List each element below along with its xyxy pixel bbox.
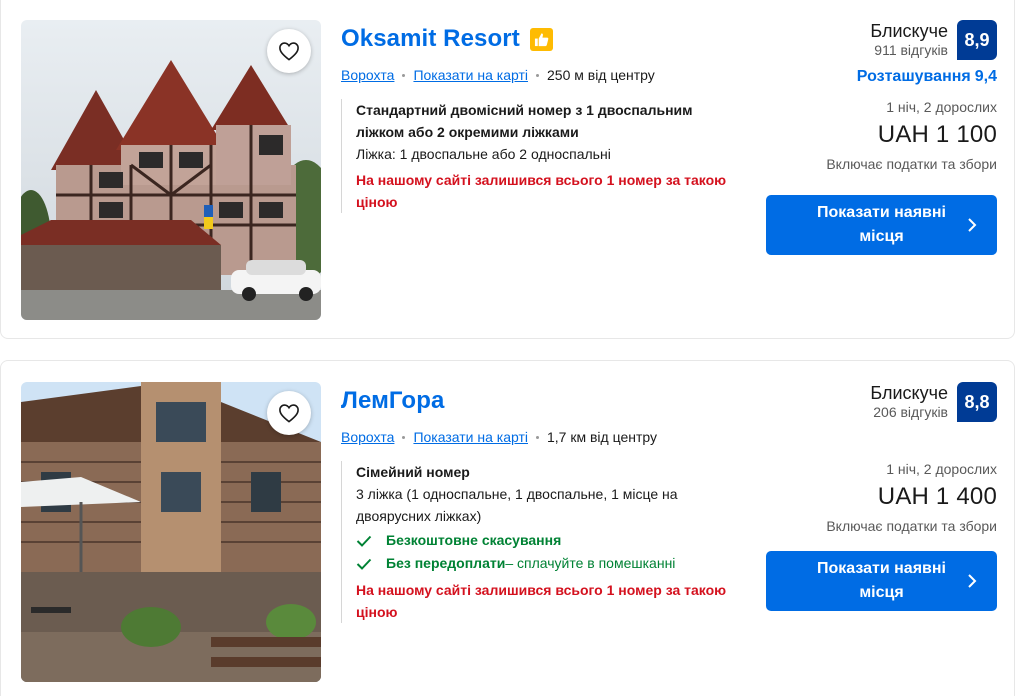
property-info: ЛемГора Ворохта Показати на карті 1,7 км… [341, 384, 741, 623]
review-score[interactable]: Блискуче 206 відгуків 8,8 [757, 382, 997, 422]
separator-dot [536, 73, 539, 77]
location-score: Розташування 9,4 [757, 68, 997, 86]
see-availability-label: Показати наявні місця [817, 204, 946, 245]
check-icon [356, 535, 374, 547]
property-card-lemgora[interactable]: ЛемГора Ворохта Показати на карті 1,7 км… [0, 360, 1015, 696]
chevron-right-icon [968, 218, 977, 232]
room-block: Стандартний двомісний номер з 1 двоспаль… [341, 99, 731, 213]
scarcity-warning: На нашому сайті залишився всього 1 номер… [356, 582, 727, 620]
price: UAH 1 400 [877, 483, 997, 510]
review-count: 206 відгуків [873, 404, 948, 420]
price-panel: Блискуче 206 відгуків 8,8 1 ніч, 2 дорос… [757, 382, 997, 534]
location-score-value: 9,4 [974, 68, 997, 85]
room-name: Сімейний номер [356, 464, 470, 480]
score-badge: 8,9 [957, 20, 997, 60]
price-panel: Блискуче 911 відгуків 8,9 Розташування 9,… [757, 20, 997, 172]
thumbs-up-icon [529, 27, 553, 51]
property-photo[interactable] [21, 20, 321, 320]
benefit-free-cancellation: Безкоштовне скасування [356, 529, 731, 552]
separator-dot [402, 435, 406, 439]
room-beds: Ліжка: 1 двоспальне або 2 односпальні [356, 146, 611, 162]
review-count: 911 відгуків [874, 42, 948, 58]
property-info: Oksamit Resort Ворохта Показати на карті… [341, 22, 741, 213]
location-score-label: Розташування [856, 68, 971, 85]
heart-icon [279, 42, 299, 61]
benefits-list: Безкоштовне скасування Без передоплати –… [356, 529, 731, 575]
taxes-note: Включає податки та збори [826, 156, 997, 172]
chevron-right-icon [968, 574, 977, 588]
property-card-oksamit[interactable]: Oksamit Resort Ворохта Показати на карті… [0, 0, 1015, 339]
see-availability-button[interactable]: Показати наявні місця [766, 551, 997, 611]
city-link[interactable]: Ворохта [341, 67, 394, 83]
room-beds: 3 ліжка (1 односпальне, 1 двоспальне, 1 … [356, 486, 678, 524]
property-title-link[interactable]: Oksamit Resort [341, 25, 520, 53]
price: UAH 1 100 [877, 121, 997, 148]
occupancy: 1 ніч, 2 дорослих [886, 461, 997, 477]
heart-icon [279, 404, 299, 423]
rating-word: Блискуче [870, 21, 948, 41]
room-block: Сімейний номер 3 ліжка (1 односпальне, 1… [341, 461, 731, 623]
separator-dot [536, 435, 539, 439]
rating-word: Блискуче [870, 383, 948, 403]
save-favorite-button[interactable] [267, 29, 311, 73]
benefit-label: Безкоштовне скасування [386, 532, 562, 548]
city-link[interactable]: Ворохта [341, 429, 394, 445]
distance-from-center: 1,7 км від центру [547, 429, 658, 445]
review-score[interactable]: Блискуче 911 відгуків 8,9 [757, 20, 997, 60]
room-name: Стандартний двомісний номер з 1 двоспаль… [356, 102, 693, 140]
separator-dot [402, 73, 406, 77]
distance-from-center: 250 м від центру [547, 67, 655, 83]
property-photo[interactable] [21, 382, 321, 682]
benefit-label: Без передоплати [386, 555, 506, 571]
benefit-detail: – сплачуйте в помешканні [505, 555, 676, 571]
show-on-map-link[interactable]: Показати на карті [413, 429, 528, 445]
scarcity-warning: На нашому сайті залишився всього 1 номер… [356, 172, 727, 210]
property-title-link[interactable]: ЛемГора [341, 387, 444, 415]
check-icon [356, 558, 374, 570]
save-favorite-button[interactable] [267, 391, 311, 435]
benefit-no-prepayment: Без передоплати – сплачуйте в помешканні [356, 552, 731, 575]
occupancy: 1 ніч, 2 дорослих [886, 99, 997, 115]
see-availability-label: Показати наявні місця [817, 560, 946, 601]
see-availability-button[interactable]: Показати наявні місця [766, 195, 997, 255]
show-on-map-link[interactable]: Показати на карті [413, 67, 528, 83]
taxes-note: Включає податки та збори [826, 518, 997, 534]
score-badge: 8,8 [957, 382, 997, 422]
